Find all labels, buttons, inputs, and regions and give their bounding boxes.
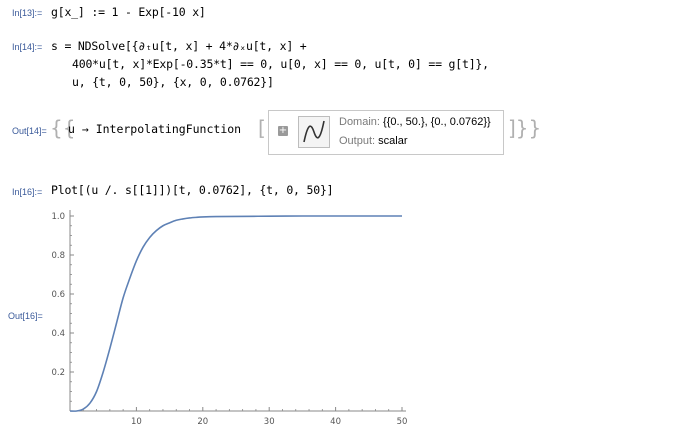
out14-open-square: [ — [258, 116, 266, 140]
out14-rule[interactable]: u → InterpolatingFunction — [68, 122, 241, 136]
out16-label: Out[16]= — [8, 311, 43, 321]
y-tick-label: 0.6 — [51, 290, 65, 300]
out14-close-brackets: ]}} — [508, 116, 542, 140]
x-tick-label: 50 — [397, 417, 408, 427]
y-tick-label: 0.2 — [51, 368, 65, 378]
in16-code[interactable]: Plot[(u /. s[[1]])[t, 0.0762], {t, 0, 50… — [51, 183, 334, 197]
in14-code-line3[interactable]: u, {t, 0, 50}, {x, 0, 0.0762}] — [72, 75, 274, 89]
x-tick-label: 30 — [264, 417, 275, 427]
in13-code[interactable]: g[x_] := 1 - Exp[-10 x] — [51, 5, 206, 19]
function-plot-thumbnail-icon — [298, 116, 330, 148]
out14-label: Out[14]= — [12, 126, 47, 136]
y-tick-label: 0.8 — [51, 251, 65, 261]
in14-label: In[14]:= — [12, 42, 43, 52]
in14-code-line1[interactable]: s = NDSolve[{∂ₜu[t, x] + 4*∂ₓu[t, x] + — [51, 39, 307, 53]
in14-code-line2[interactable]: 400*u[t, x]*Exp[-0.35*t] == 0, u[0, x] =… — [72, 57, 489, 71]
x-tick-label: 10 — [131, 417, 142, 427]
x-tick-label: 20 — [197, 417, 208, 427]
summary-domain-line: Domain: {{0., 50.}, {0., 0.0762}} — [339, 116, 491, 128]
x-tick-label: 40 — [330, 417, 341, 427]
in13-label: In[13]:= — [12, 8, 43, 18]
summary-output-line: Output: scalar — [339, 135, 407, 147]
plot-ticks: 10 20 30 40 50 0.2 0.4 0.6 0.8 1.0 — [51, 212, 407, 427]
summary-domain-value: {{0., 50.}, {0., 0.0762}} — [383, 116, 491, 128]
in16-label: In[16]:= — [12, 187, 43, 197]
y-tick-label: 0.4 — [51, 329, 65, 339]
summary-output-value: scalar — [378, 135, 408, 147]
plot-graphic[interactable]: 10 20 30 40 50 0.2 0.4 0.6 0.8 1.0 — [40, 204, 420, 432]
summary-domain-key: Domain: — [339, 116, 380, 128]
expand-plus-icon[interactable]: + — [278, 126, 288, 136]
y-tick-label: 1.0 — [51, 212, 65, 222]
summary-output-key: Output: — [339, 135, 376, 147]
plot-series-line — [69, 215, 402, 412]
interpolating-function-summary-box[interactable]: + Domain: {{0., 50.}, {0., 0.0762}} Outp… — [268, 110, 504, 155]
